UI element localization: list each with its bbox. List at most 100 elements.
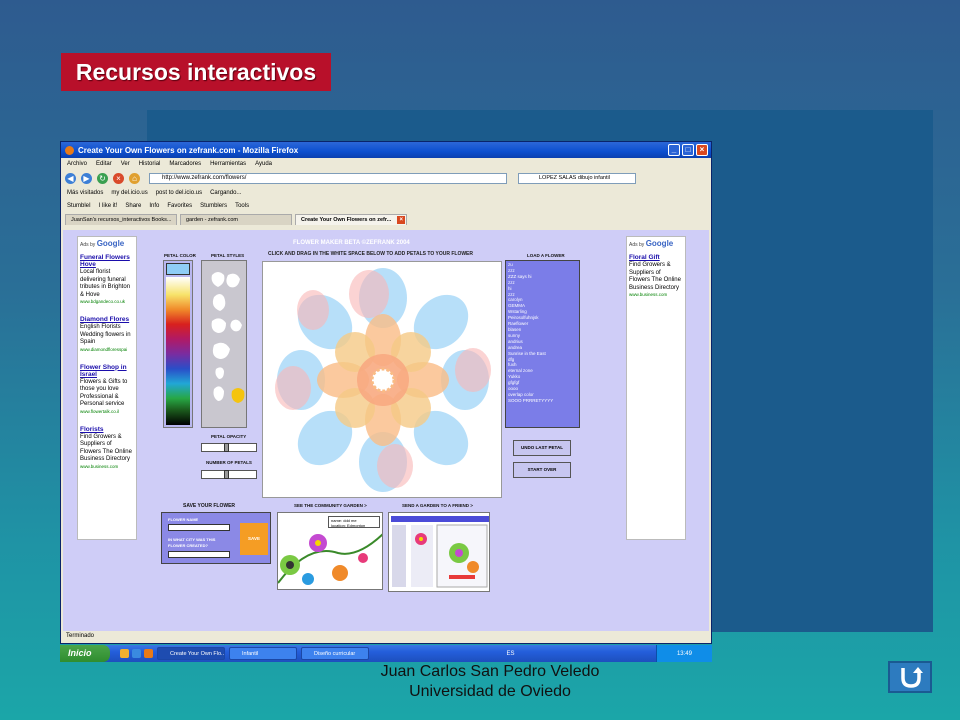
app-title: FLOWER MAKER BETA ©ZEFRANK 2004	[293, 240, 410, 246]
quick-launch-icon[interactable]	[144, 649, 153, 658]
stumblers-button[interactable]: Stumblers	[200, 203, 227, 209]
tray-clock[interactable]: 13:49	[677, 651, 692, 657]
petal-shapes[interactable]	[202, 261, 248, 429]
tab-garden[interactable]: garden - zefrank.com	[180, 214, 292, 225]
opacity-slider[interactable]	[201, 443, 257, 452]
window-titlebar[interactable]: Create Your Own Flowers on zefrank.com -…	[61, 142, 711, 158]
flower-name-label: FLOWER NAME	[168, 517, 199, 522]
ad-item[interactable]: Flower Shop in Israel Flowers & Gifts to …	[80, 364, 134, 414]
ad-item[interactable]: Floral Gift Find Growers & Suppliers of F…	[629, 254, 683, 297]
menu-ver[interactable]: Ver	[121, 161, 130, 167]
taskbar-item-infantil[interactable]: Infantil	[229, 647, 297, 660]
number-of-petals-label: NUMBER OF PETALS	[206, 460, 252, 465]
stop-icon[interactable]: ×	[113, 172, 124, 184]
selected-color-swatch	[166, 263, 190, 275]
opacity-slider-knob[interactable]	[224, 443, 229, 452]
community-garden-thumbnail[interactable]: name: ddd me location: Edmonton	[277, 512, 383, 590]
quick-launch	[120, 649, 153, 658]
info-button[interactable]: Info	[149, 203, 159, 209]
menu-marcadores[interactable]: Marcadores	[169, 161, 201, 167]
menu-historial[interactable]: Historial	[139, 161, 161, 167]
taskbar: Inicio Create Your Own Flo... Infantil D…	[60, 645, 712, 662]
university-name: Universidad de Oviedo	[409, 683, 571, 700]
send-garden-link[interactable]: SEND A GARDEN TO A FRIEND >	[402, 503, 473, 508]
bookmark-delicious[interactable]: my del.icio.us	[111, 190, 147, 196]
ad-item[interactable]: Florists Find Growers & Suppliers of Flow…	[80, 426, 134, 469]
slide-footer: Juan Carlos San Pedro Veledo Universidad…	[300, 662, 680, 702]
return-arrow-icon	[901, 667, 923, 688]
save-flower-form: FLOWER NAME IN WHAT CITY WAS THIS FLOWER…	[161, 512, 271, 564]
ads-left: Ads by Google Funeral Flowers Hove Local …	[77, 236, 137, 540]
load-flower-label: LOAD A FLOWER	[527, 253, 565, 258]
stumble-button[interactable]: StumbleI	[67, 203, 91, 209]
url-input[interactable]: http://www.zefrank.com/flowers/	[149, 172, 507, 184]
ad-item[interactable]: Funeral Flowers Hove Local florist delive…	[80, 254, 134, 304]
stumble-toolbar: StumbleI I like it! Share Info Favorites…	[61, 199, 711, 212]
flower-name-input[interactable]	[168, 524, 230, 531]
close-button[interactable]: ×	[696, 144, 708, 156]
reload-icon[interactable]: ↻	[97, 172, 108, 184]
slide-title: Recursos interactivos	[61, 53, 331, 91]
petal-color-label: PETAL COLOR	[164, 253, 196, 258]
taskbar-item-diseno[interactable]: Diseño curricular	[301, 647, 369, 660]
forward-icon[interactable]: ▶	[81, 172, 92, 184]
browser-window: Create Your Own Flowers on zefrank.com -…	[60, 141, 712, 644]
color-palette[interactable]	[163, 260, 193, 428]
community-garden-link[interactable]: SEE THE COMMUNITY GARDEN >	[294, 503, 367, 508]
menu-herramientas[interactable]: Herramientas	[210, 161, 246, 167]
bookmark-loading[interactable]: Cargando...	[210, 190, 241, 196]
menu-bar: Archivo Editar Ver Historial Marcadores …	[61, 158, 711, 170]
bookmarks-bar: Más visitados my del.icio.us post to del…	[61, 186, 711, 199]
language-indicator[interactable]: ES	[506, 651, 514, 657]
ads-by-google-label: Ads by Google	[629, 239, 674, 248]
minimize-button[interactable]: _	[668, 144, 680, 156]
load-flower-item[interactable]: SOOO PRRRETYYYY	[508, 398, 577, 404]
back-icon[interactable]: ◀	[65, 172, 76, 184]
petal-opacity-label: PETAL OPACITY	[211, 434, 247, 439]
undo-last-petal-button[interactable]: UNDO LAST PETAL	[513, 440, 571, 456]
menu-archivo[interactable]: Archivo	[67, 161, 87, 167]
start-over-button[interactable]: START OVER	[513, 462, 571, 478]
start-button[interactable]: Inicio	[60, 645, 110, 662]
navigation-toolbar: ◀ ▶ ↻ × ⌂ http://www.zefrank.com/flowers…	[61, 170, 711, 186]
return-button[interactable]	[888, 661, 932, 693]
menu-ayuda[interactable]: Ayuda	[255, 161, 272, 167]
bookmark-post-delicious[interactable]: post to del.icio.us	[156, 190, 202, 196]
like-button[interactable]: I like it!	[99, 203, 118, 209]
petal-styles-panel[interactable]	[201, 260, 247, 428]
send-garden-thumbnail[interactable]	[388, 512, 490, 592]
garden-tooltip: name: ddd me location: Edmonton	[328, 516, 380, 528]
favorites-button[interactable]: Favorites	[167, 203, 192, 209]
city-input[interactable]	[168, 551, 230, 558]
city-question-line2: FLOWER CREATED?	[168, 543, 208, 548]
tab-books[interactable]: JuanSan's recursos_interactivos Books...	[65, 214, 177, 225]
maximize-button[interactable]: □	[682, 144, 694, 156]
tab-flowers-label: Create Your Own Flowers on zefr...	[301, 217, 392, 223]
load-flower-list[interactable]: zu zzz ZZZ says hi zzz hi zzz carolyn GEMMA Wsta…	[505, 260, 580, 428]
petals-slider-knob[interactable]	[224, 470, 229, 479]
quick-launch-icon[interactable]	[120, 649, 129, 658]
window-title: Create Your Own Flowers on zefrank.com -…	[78, 145, 299, 155]
color-grid[interactable]	[166, 277, 190, 425]
close-tab-icon[interactable]: ×	[397, 216, 406, 224]
flower-canvas[interactable]	[262, 261, 502, 498]
petals-slider[interactable]	[201, 470, 257, 479]
tab-flowers[interactable]: Create Your Own Flowers on zefr... ×	[295, 214, 407, 225]
send-garden-illustration	[391, 516, 489, 588]
save-button[interactable]: SAVE	[240, 523, 268, 555]
app-subtitle: CLICK AND DRAG IN THE WHITE SPACE BELOW …	[268, 251, 473, 257]
search-input[interactable]: LOPEZ SALAS dibujo infantil	[518, 172, 636, 184]
home-icon[interactable]: ⌂	[129, 172, 140, 184]
page-content: Ads by Google Funeral Flowers Hove Local …	[63, 230, 709, 631]
menu-editar[interactable]: Editar	[96, 161, 112, 167]
petal-styles-label: PETAL STYLES	[211, 253, 245, 258]
share-button[interactable]: Share	[125, 203, 141, 209]
tools-button[interactable]: Tools	[235, 203, 249, 209]
author-name: Juan Carlos San Pedro Veledo	[380, 663, 600, 680]
taskbar-item-firefox[interactable]: Create Your Own Flo...	[157, 647, 225, 660]
quick-launch-icon[interactable]	[132, 649, 141, 658]
firefox-icon	[65, 145, 74, 155]
bookmark-most-visited[interactable]: Más visitados	[67, 190, 103, 196]
ad-item[interactable]: Diamond Flores English Florists Wedding f…	[80, 316, 134, 352]
flower-drawing	[275, 268, 491, 492]
